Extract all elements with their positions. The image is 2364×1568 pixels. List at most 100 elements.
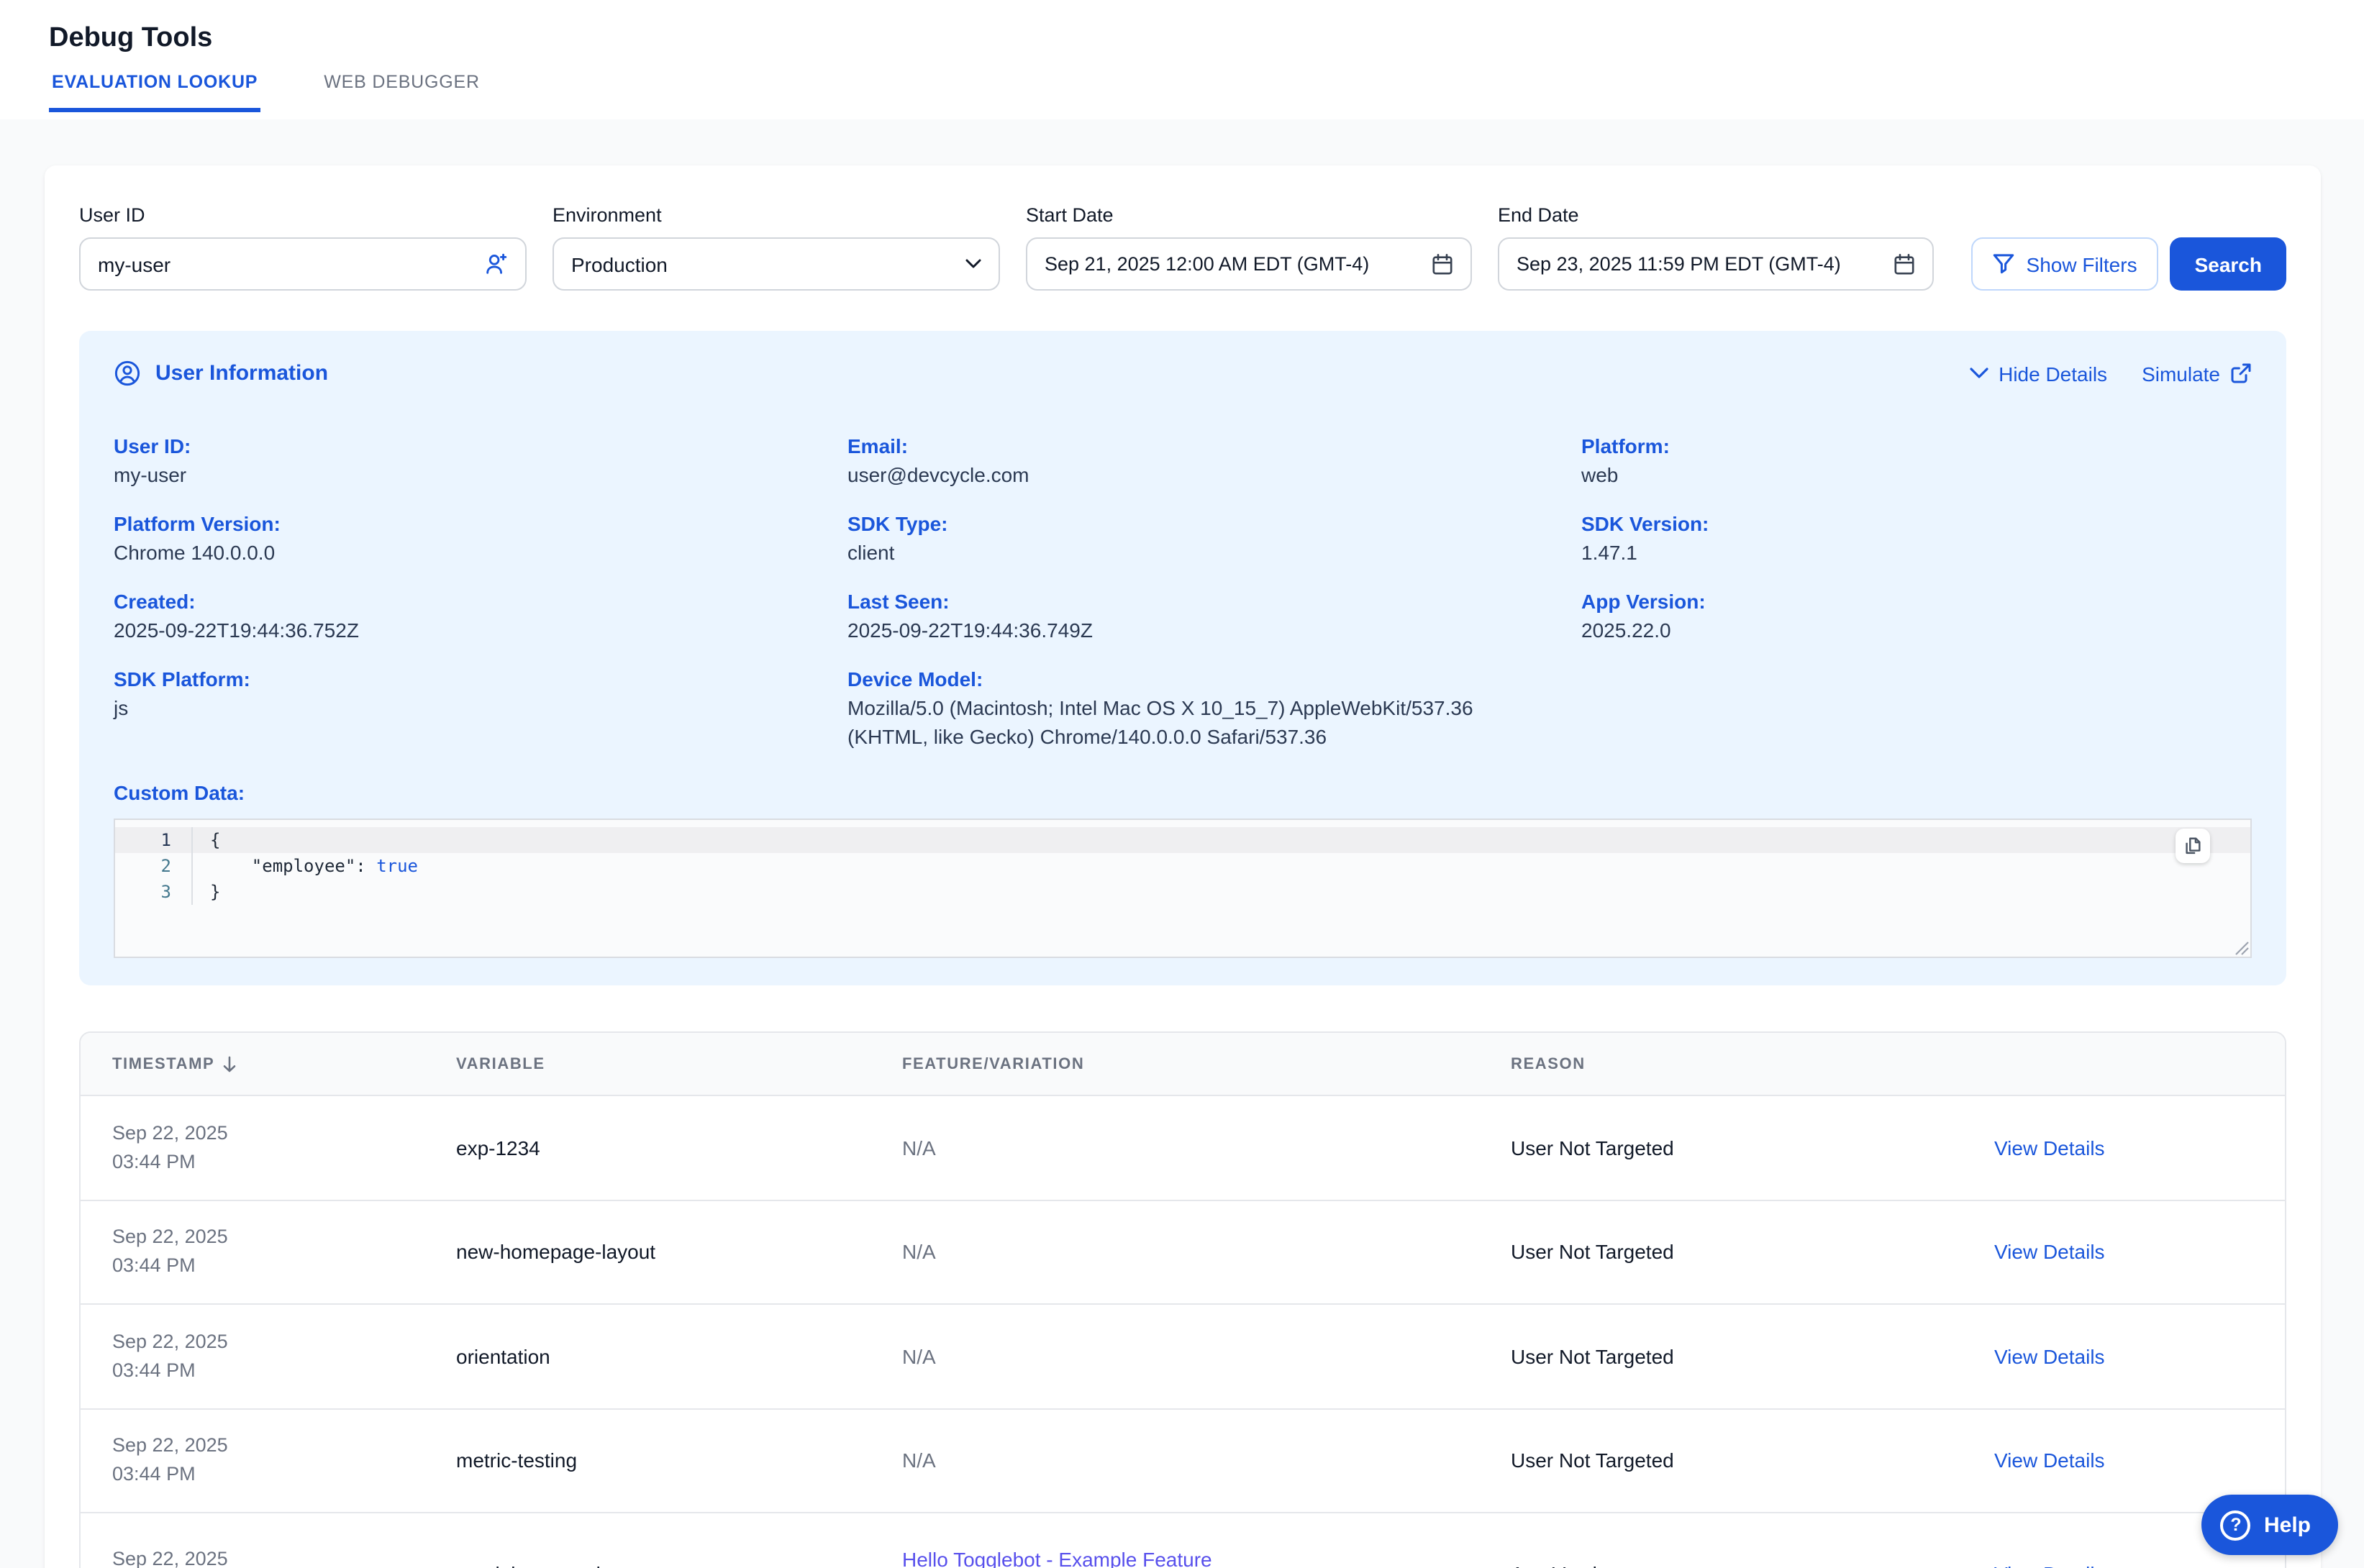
environment-label: Environment — [553, 203, 1000, 229]
code-line: 2 "employee": true — [115, 853, 2250, 879]
calendar-icon[interactable] — [1432, 252, 1453, 275]
info-sdk-type: SDK Type: client — [847, 509, 1581, 567]
start-date-field-box — [1026, 237, 1472, 291]
variable-cell: new-homepage-layout — [456, 1241, 902, 1264]
col-header-timestamp[interactable]: TIMESTAMP — [112, 1055, 456, 1072]
user-info-column-1: User ID: my-user Platform Version: Chrom… — [114, 432, 847, 771]
chevron-down-icon — [965, 259, 981, 269]
reason-cell: User Not Targeted — [1511, 1136, 1994, 1159]
end-date-field-box — [1498, 237, 1934, 291]
custom-data-editor[interactable]: 1 { 2 "employee": true 3 } — [114, 819, 2252, 958]
user-circle-icon — [114, 360, 141, 387]
tab-web-debugger[interactable]: WEB DEBUGGER — [321, 72, 483, 112]
copy-icon — [2183, 836, 2203, 856]
info-platform-version: Platform Version: Chrome 140.0.0.0 — [114, 509, 847, 567]
resize-grip[interactable] — [2235, 941, 2249, 955]
timestamp-cell: Sep 22, 202503:44 PM — [112, 1223, 456, 1281]
table-row: Sep 22, 202503:44 PM metric-testing N/A … — [81, 1409, 2285, 1513]
info-app-version: App Version: 2025.22.0 — [1581, 587, 2252, 644]
col-header-feature-variation[interactable]: FEATURE/VARIATION — [902, 1055, 1511, 1072]
feature-link[interactable]: Hello Togglebot - Example Feature — [902, 1548, 1212, 1568]
view-details-link[interactable]: View Details — [1994, 1449, 2285, 1472]
timestamp-cell: Sep 22, 202503:44 PM — [112, 1328, 456, 1385]
user-info-column-2: Email: user@devcycle.com SDK Type: clien… — [847, 432, 1581, 771]
help-label: Help — [2264, 1513, 2311, 1537]
view-details-link[interactable]: View Details — [1994, 1241, 2285, 1264]
user-info-grid: User ID: my-user Platform Version: Chrom… — [114, 432, 2252, 771]
variable-cell: metric-testing — [456, 1449, 902, 1472]
simulate-button[interactable]: Simulate — [2142, 362, 2252, 385]
filter-funnel-icon — [1994, 253, 2015, 275]
tab-bar: EVALUATION LOOKUP WEB DEBUGGER — [49, 72, 2364, 112]
info-created: Created: 2025-09-22T19:44:36.752Z — [114, 587, 847, 644]
info-email: Email: user@devcycle.com — [847, 432, 1581, 489]
simulate-label: Simulate — [2142, 362, 2220, 385]
table-row: Sep 22, 202503:44 PM togglebot-speed Hel… — [81, 1513, 2285, 1568]
evaluation-lookup-card: User ID Environment Production — [45, 165, 2321, 1568]
info-last-seen: Last Seen: 2025-09-22T19:44:36.749Z — [847, 587, 1581, 644]
hide-details-label: Hide Details — [1999, 362, 2107, 385]
environment-value: Production — [571, 252, 965, 275]
reason-cell: App Version — [1511, 1562, 1994, 1568]
table-row: Sep 22, 202503:44 PM new-homepage-layout… — [81, 1200, 2285, 1305]
question-mark-icon: ? — [2221, 1510, 2251, 1540]
end-date-input[interactable] — [1517, 253, 1894, 275]
help-button[interactable]: ? Help — [2202, 1495, 2338, 1555]
end-date-label: End Date — [1498, 203, 1934, 229]
feature-cell: N/A — [902, 1241, 1511, 1264]
info-user-id: User ID: my-user — [114, 432, 847, 489]
info-platform: Platform: web — [1581, 432, 2252, 489]
table-body: Sep 22, 202503:44 PM exp-1234 N/A User N… — [81, 1096, 2285, 1568]
copy-button[interactable] — [2176, 829, 2210, 863]
custom-data-label: Custom Data: — [114, 778, 2252, 807]
show-filters-button[interactable]: Show Filters — [1972, 237, 2159, 291]
feature-cell: N/A — [902, 1345, 1511, 1368]
variable-cell: togglebot-speed — [456, 1562, 902, 1568]
user-id-label: User ID — [79, 203, 527, 229]
info-device-model: Device Model: Mozilla/5.0 (Macintosh; In… — [847, 665, 1581, 751]
page-title: Debug Tools — [49, 23, 2364, 55]
table-row: Sep 22, 202503:44 PM orientation N/A Use… — [81, 1305, 2285, 1409]
user-id-field-box — [79, 237, 527, 291]
search-button[interactable]: Search — [2170, 237, 2286, 291]
search-label: Search — [2195, 252, 2262, 275]
reason-cell: User Not Targeted — [1511, 1449, 1994, 1472]
reason-cell: User Not Targeted — [1511, 1345, 1994, 1368]
person-add-icon[interactable] — [483, 252, 508, 276]
tab-evaluation-lookup[interactable]: EVALUATION LOOKUP — [49, 72, 260, 112]
chevron-down-icon — [1970, 367, 1988, 380]
code-line: 1 { — [115, 827, 2250, 853]
info-sdk-platform: SDK Platform: js — [114, 665, 847, 722]
hide-details-button[interactable]: Hide Details — [1970, 362, 2107, 385]
start-date-label: Start Date — [1026, 203, 1472, 229]
calendar-icon[interactable] — [1894, 252, 1915, 275]
table-row: Sep 22, 202503:44 PM exp-1234 N/A User N… — [81, 1096, 2285, 1200]
page-header: Debug Tools EVALUATION LOOKUP WEB DEBUGG… — [0, 0, 2364, 119]
feature-cell: N/A — [902, 1449, 1511, 1472]
user-information-panel: User Information Hide Details Simulate — [79, 331, 2286, 985]
variable-cell: exp-1234 — [456, 1136, 902, 1159]
reason-cell: User Not Targeted — [1511, 1241, 1994, 1264]
environment-select[interactable]: Production — [553, 237, 1000, 291]
user-information-title: User Information — [155, 361, 328, 386]
user-id-input[interactable] — [98, 252, 483, 275]
sort-descending-icon — [222, 1055, 237, 1072]
show-filters-label: Show Filters — [2027, 252, 2137, 275]
external-link-icon — [2230, 363, 2252, 384]
variable-cell: orientation — [456, 1345, 902, 1368]
timestamp-cell: Sep 22, 202503:44 PM — [112, 1432, 456, 1490]
col-header-reason[interactable]: REASON — [1511, 1055, 1994, 1072]
view-details-link[interactable]: View Details — [1994, 1345, 2285, 1368]
start-date-input[interactable] — [1045, 253, 1432, 275]
view-details-link[interactable]: View Details — [1994, 1562, 2285, 1568]
code-line: 3 } — [115, 879, 2250, 905]
table-header-row: TIMESTAMP VARIABLE FEATURE/VARIATION REA… — [81, 1033, 2285, 1096]
col-header-variable[interactable]: VARIABLE — [456, 1055, 902, 1072]
evaluations-table: TIMESTAMP VARIABLE FEATURE/VARIATION REA… — [79, 1031, 2286, 1568]
view-details-link[interactable]: View Details — [1994, 1136, 2285, 1159]
timestamp-cell: Sep 22, 202503:44 PM — [112, 1119, 456, 1177]
timestamp-cell: Sep 22, 202503:44 PM — [112, 1545, 456, 1568]
filter-bar: User ID Environment Production — [79, 203, 2286, 291]
info-sdk-version: SDK Version: 1.47.1 — [1581, 509, 2252, 567]
feature-cell: Hello Togglebot - Example Feature — [902, 1545, 1511, 1568]
